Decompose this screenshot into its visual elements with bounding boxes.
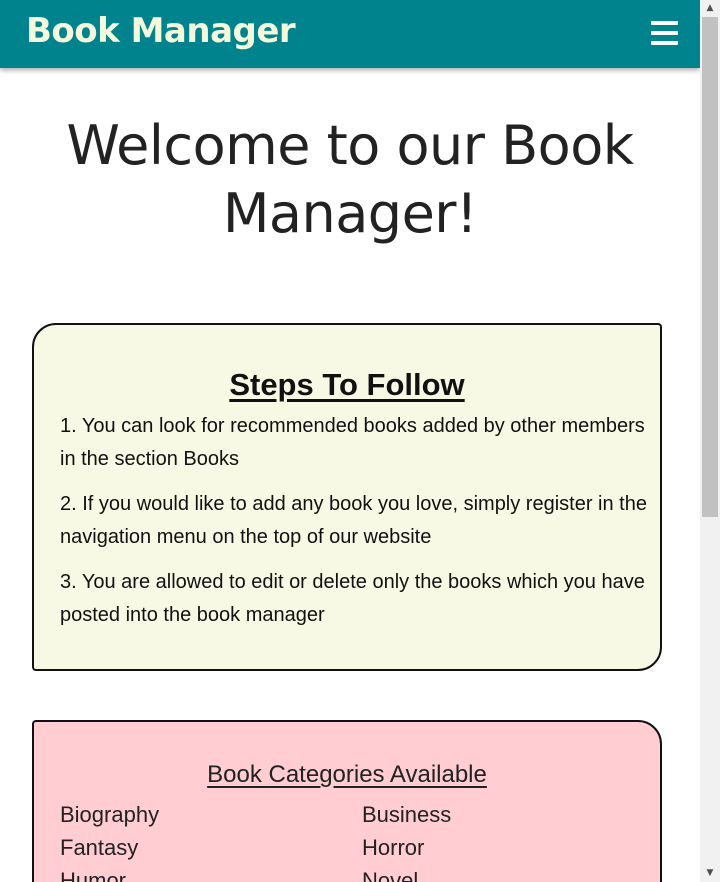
category-item-horror[interactable]: Horror bbox=[362, 831, 652, 864]
categories-card: Book Categories Available Biography Busi… bbox=[32, 720, 662, 882]
hamburger-bar-middle bbox=[651, 31, 678, 35]
category-item-biography[interactable]: Biography bbox=[60, 798, 350, 831]
step-item: 1. You can look for recommended books ad… bbox=[60, 415, 645, 470]
category-item-fantasy[interactable]: Fantasy bbox=[60, 831, 350, 864]
vertical-scrollbar[interactable]: ▲ ▼ bbox=[700, 0, 720, 882]
brand-logo[interactable]: Book Manager bbox=[26, 8, 296, 54]
step-item: 2. If you would like to add any book you… bbox=[60, 493, 647, 548]
welcome-heading: Welcome to our Book Manager! bbox=[66, 114, 634, 245]
categories-title: Book Categories Available bbox=[207, 761, 487, 788]
category-item-humor[interactable]: Humor bbox=[60, 864, 350, 882]
page: Book Manager Welcome to our Book Manager… bbox=[0, 0, 700, 882]
hamburger-bar-bottom bbox=[651, 41, 678, 45]
scroll-down-arrow-icon[interactable]: ▼ bbox=[700, 865, 720, 882]
category-item-novel[interactable]: Novel bbox=[362, 864, 652, 882]
steps-card: Steps To Follow 1. You can look for reco… bbox=[32, 323, 662, 671]
step-item: 3. You are allowed to edit or delete onl… bbox=[60, 571, 645, 626]
hamburger-bar-top bbox=[651, 21, 678, 25]
scrollbar-thumb[interactable] bbox=[702, 17, 718, 517]
steps-title: Steps To Follow bbox=[229, 367, 465, 402]
category-item-business[interactable]: Business bbox=[362, 798, 652, 831]
scroll-up-arrow-icon[interactable]: ▲ bbox=[700, 0, 720, 17]
browser-viewport: Book Manager Welcome to our Book Manager… bbox=[0, 0, 720, 882]
hamburger-menu-icon[interactable] bbox=[651, 21, 678, 45]
navbar: Book Manager bbox=[0, 0, 700, 68]
